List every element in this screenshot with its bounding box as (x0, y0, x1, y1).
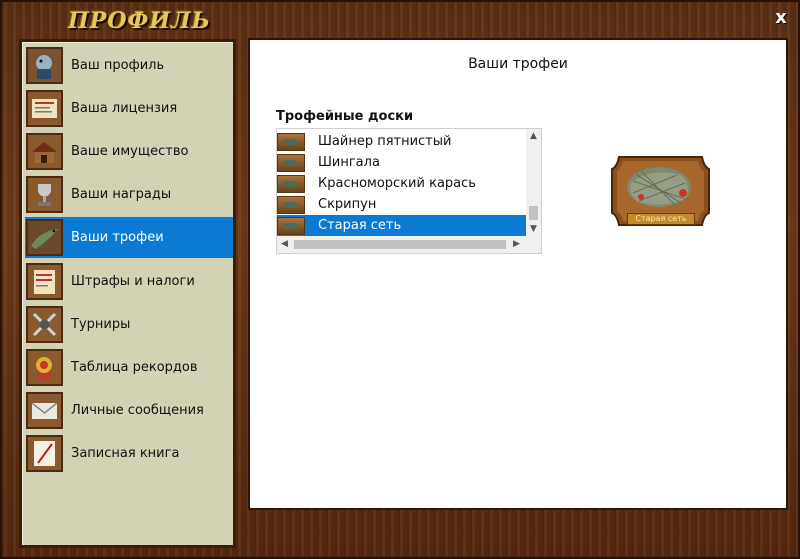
list-item-label: Скрипун (318, 197, 377, 212)
trophy-cup-icon (26, 176, 63, 213)
list-item-selected[interactable]: Старая сеть (277, 215, 526, 236)
profile-window: ПРОФИЛЬ x Ваш профиль Ваша лицензия Ваше… (0, 0, 800, 559)
page-title: Ваши трофеи (468, 56, 568, 72)
license-document-icon (26, 90, 63, 127)
trophy-board-thumbnail-icon (277, 174, 305, 193)
sidebar-item-label: Таблица рекордов (71, 360, 198, 375)
close-button[interactable]: x (772, 9, 790, 27)
sidebar-item-label: Ваша лицензия (71, 101, 178, 116)
sidebar-item-label: Ваши награды (71, 187, 172, 202)
sidebar-item-license[interactable]: Ваша лицензия (25, 88, 233, 129)
sidebar-item-label: Турниры (71, 317, 131, 332)
sidebar-item-awards[interactable]: Ваши награды (25, 174, 233, 215)
list-item-label: Красноморский карась (318, 176, 476, 191)
plaque-name-label: Старая сеть (627, 213, 695, 225)
trophy-boards-label: Трофейные доски (276, 109, 414, 124)
list-item-label: Шайнер пятнистый (318, 134, 452, 149)
sidebar-item-records[interactable]: Таблица рекордов (25, 347, 233, 388)
sidebar-item-notebook[interactable]: Записная книга (25, 433, 233, 474)
sidebar-item-label: Ваш профиль (71, 58, 165, 73)
sidebar: Ваш профиль Ваша лицензия Ваше имущество… (19, 39, 236, 548)
records-medal-icon (26, 349, 63, 386)
sidebar-item-trophies[interactable]: Ваши трофеи (25, 217, 233, 258)
sidebar-item-fines[interactable]: Штрафы и налоги (25, 261, 233, 302)
property-house-icon (26, 133, 63, 170)
scroll-down-icon[interactable]: ▼ (526, 222, 541, 237)
sidebar-item-label: Личные сообщения (71, 403, 204, 418)
list-item[interactable]: Красноморский карась (277, 173, 526, 194)
sidebar-item-messages[interactable]: Личные сообщения (25, 390, 233, 431)
sidebar-item-label: Записная книга (71, 446, 180, 461)
trophy-plaque-preview: Старая сеть (611, 153, 710, 229)
trophy-boards-list[interactable]: Шайнер пятнистый Шингала Красноморский к… (276, 128, 542, 254)
sidebar-item-property[interactable]: Ваше имущество (25, 131, 233, 172)
sidebar-item-profile[interactable]: Ваш профиль (25, 45, 233, 86)
pike-fish-icon (26, 219, 63, 256)
fines-paper-icon (26, 263, 63, 300)
trophy-board-thumbnail-icon (277, 195, 305, 214)
list-item[interactable]: Шингала (277, 152, 526, 173)
horizontal-scroll-thumb[interactable] (294, 240, 506, 249)
sidebar-item-label: Штрафы и налоги (71, 274, 195, 289)
list-item[interactable]: Шайнер пятнистый (277, 131, 526, 152)
fisherman-avatar-icon (26, 47, 63, 84)
scroll-right-icon[interactable]: ▶ (509, 236, 524, 253)
vertical-scroll-thumb[interactable] (529, 206, 538, 220)
scroll-left-icon[interactable]: ◀ (277, 236, 292, 253)
tournament-crossed-swords-icon (26, 306, 63, 343)
horizontal-scrollbar[interactable]: ◀ ▶ (277, 236, 541, 253)
list-item[interactable]: Скрипун (277, 194, 526, 215)
notebook-pencil-icon (26, 435, 63, 472)
list-item-label: Старая сеть (318, 218, 402, 233)
sidebar-item-label: Ваше имущество (71, 144, 189, 159)
trophies-panel: Ваши трофеи Трофейные доски Шайнер пятни… (248, 38, 788, 510)
sidebar-item-tournaments[interactable]: Турниры (25, 304, 233, 345)
envelope-icon (26, 392, 63, 429)
window-title: ПРОФИЛЬ (68, 8, 211, 34)
trophy-board-thumbnail-icon (277, 153, 305, 172)
trophy-board-thumbnail-icon (277, 132, 305, 151)
vertical-scrollbar[interactable]: ▲ ▼ (526, 129, 541, 237)
sidebar-item-label: Ваши трофеи (71, 230, 164, 245)
scroll-up-icon[interactable]: ▲ (526, 129, 541, 144)
trophy-board-thumbnail-icon (277, 216, 305, 235)
list-item-label: Шингала (318, 155, 380, 170)
